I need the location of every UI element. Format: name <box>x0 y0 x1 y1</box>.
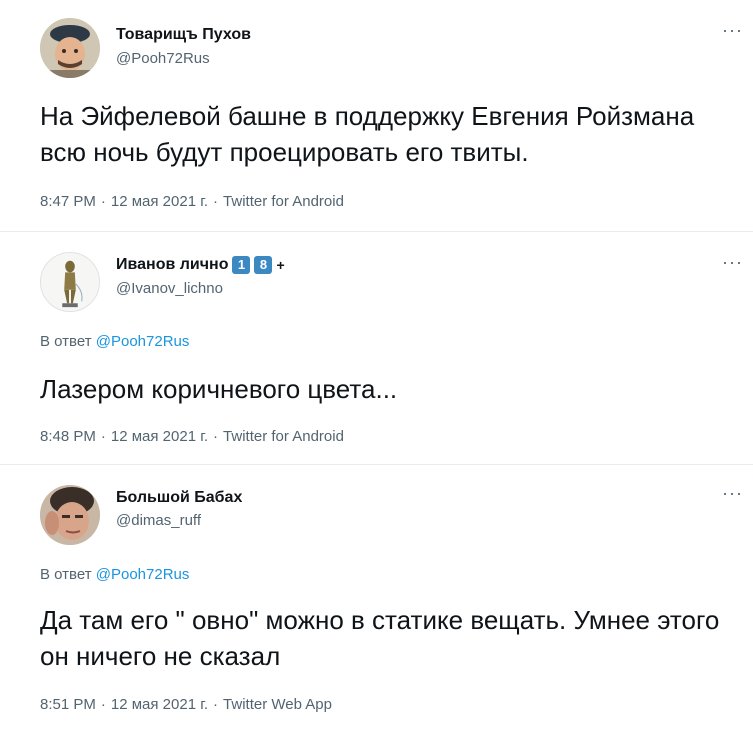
tweet-date[interactable]: 12 мая 2021 г. <box>111 696 208 713</box>
avatar-image <box>41 253 99 311</box>
tweet-source[interactable]: Twitter Web App <box>223 696 332 713</box>
emoji-badge: 8 <box>254 256 273 274</box>
user-handle[interactable]: @Pooh72Rus <box>116 49 210 69</box>
tweet-meta: 8:48 PM · 12 мая 2021 г. · Twitter for Andro… <box>40 427 344 447</box>
tweet[interactable]: Большой Бабах @dimas_ruff ··· В ответ @P… <box>0 466 753 730</box>
more-options-icon[interactable]: ··· <box>722 484 743 502</box>
tweet[interactable]: Иванов лично 1 8 + @Ivanov_lichno ··· В … <box>0 233 753 465</box>
reply-prefix: В ответ <box>40 333 92 350</box>
tweet-time[interactable]: 8:51 PM <box>40 696 96 713</box>
reply-mention-link[interactable]: @Pooh72Rus <box>96 566 190 583</box>
more-options-icon[interactable]: ··· <box>722 21 743 39</box>
tweet-date[interactable]: 12 мая 2021 г. <box>111 428 208 445</box>
tweet-date[interactable]: 12 мая 2021 г. <box>111 193 208 210</box>
avatar-image <box>40 18 100 78</box>
display-name[interactable]: Иванов лично <box>116 255 228 275</box>
avatar[interactable] <box>40 18 100 78</box>
badge-suffix: + <box>276 257 285 273</box>
emoji-badge: 1 <box>232 256 251 274</box>
tweet-time[interactable]: 8:48 PM <box>40 428 96 445</box>
avatar[interactable] <box>40 485 100 545</box>
tweet[interactable]: Товарищъ Пухов @Pooh72Rus ··· На Эйфелев… <box>0 0 753 232</box>
tweet-source[interactable]: Twitter for Android <box>223 428 344 445</box>
tweet-meta: 8:47 PM · 12 мая 2021 г. · Twitter for Andro… <box>40 192 344 212</box>
reply-mention-link[interactable]: @Pooh72Rus <box>96 333 190 350</box>
tweet-text: Лазером коричневого цвета... <box>40 374 398 404</box>
reply-context: В ответ @Pooh72Rus <box>40 565 189 585</box>
display-name[interactable]: Товарищъ Пухов <box>116 25 251 45</box>
reply-context: В ответ @Pooh72Rus <box>40 332 189 352</box>
meta-separator: · <box>213 193 219 210</box>
meta-separator: · <box>100 696 106 713</box>
user-handle[interactable]: @dimas_ruff <box>116 511 201 531</box>
reply-prefix: В ответ <box>40 566 92 583</box>
meta-separator: · <box>100 428 106 445</box>
meta-separator: · <box>100 193 106 210</box>
more-options-icon[interactable]: ··· <box>722 253 743 271</box>
display-name[interactable]: Большой Бабах <box>116 488 242 508</box>
avatar-image <box>40 485 100 545</box>
avatar[interactable] <box>40 252 100 312</box>
tweet-time[interactable]: 8:47 PM <box>40 193 96 210</box>
meta-separator: · <box>213 428 219 445</box>
meta-separator: · <box>213 696 219 713</box>
name-row: Иванов лично 1 8 + <box>116 254 285 276</box>
tweet-source[interactable]: Twitter for Android <box>223 193 344 210</box>
tweet-meta: 8:51 PM · 12 мая 2021 г. · Twitter Web App <box>40 695 332 715</box>
tweet-text: На Эйфелевой башне в поддержку Евгения Р… <box>40 101 695 167</box>
user-handle[interactable]: @Ivanov_lichno <box>116 279 223 299</box>
tweet-text: Да там его " овно" можно в статике вещат… <box>40 605 720 671</box>
